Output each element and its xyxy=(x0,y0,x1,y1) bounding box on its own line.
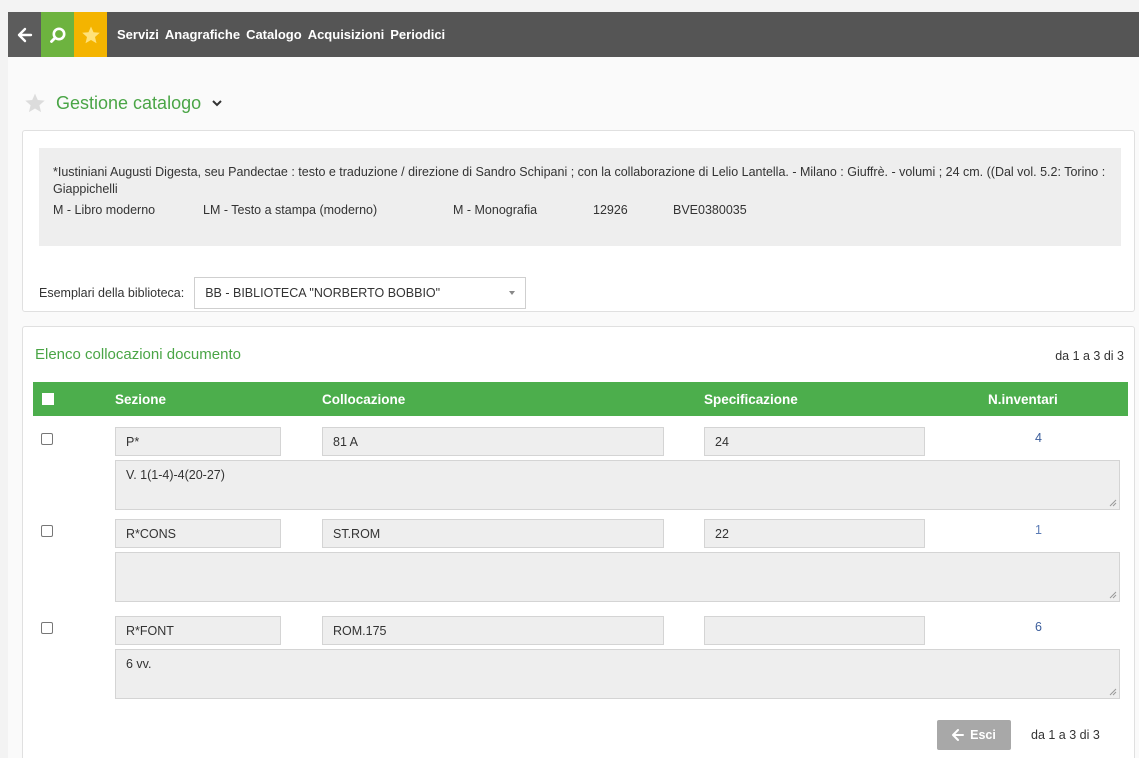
main-menu: Servizi Anagrafiche Catalogo Acquisizion… xyxy=(117,27,445,42)
header-collocazione: Collocazione xyxy=(322,392,406,407)
record-livello: M - Monografia xyxy=(453,203,538,217)
list-title: Elenco collocazioni documento xyxy=(35,346,241,363)
record-tipo: LM - Testo a stampa (moderno) xyxy=(203,203,378,217)
record-description-box: *Iustiniani Augusti Digesta, seu Pandect… xyxy=(39,148,1121,246)
header-specificazione: Specificazione xyxy=(704,392,798,407)
collocazione-field[interactable]: ROM.175 xyxy=(322,616,664,645)
caret-down-icon xyxy=(509,291,516,295)
back-button[interactable] xyxy=(8,12,41,57)
table-header: Sezione Collocazione Specificazione N.in… xyxy=(33,382,1128,416)
collocazione-field[interactable]: 81 A xyxy=(322,427,664,456)
pagination-info-bottom: da 1 a 3 di 3 xyxy=(1031,728,1100,742)
note-textarea[interactable]: V. 1(1-4)-4(20-27) xyxy=(115,460,1120,510)
sezione-field[interactable]: R*CONS xyxy=(115,519,281,548)
top-navbar: Servizi Anagrafiche Catalogo Acquisizion… xyxy=(8,12,1139,57)
esci-label: Esci xyxy=(970,728,996,742)
favorite-star-icon[interactable] xyxy=(24,92,46,114)
record-panel: *Iustiniani Augusti Digesta, seu Pandect… xyxy=(22,130,1135,312)
note-text: 6 vv. xyxy=(126,657,152,671)
row-checkbox[interactable] xyxy=(41,622,53,634)
menu-periodici[interactable]: Periodici xyxy=(390,27,445,42)
specificazione-field[interactable] xyxy=(704,616,925,645)
resize-handle-icon[interactable] xyxy=(1109,688,1117,696)
record-natura: M - Libro moderno xyxy=(53,203,156,217)
ninventari-link[interactable]: 4 xyxy=(1035,431,1042,445)
select-all-checkbox[interactable] xyxy=(42,393,54,405)
resize-handle-icon[interactable] xyxy=(1109,591,1117,599)
page-title: Gestione catalogo xyxy=(56,92,202,113)
arrow-left-icon xyxy=(952,729,965,741)
esemplari-row: Esemplari della biblioteca: BB - BIBLIOT… xyxy=(39,277,527,309)
page-header: Gestione catalogo xyxy=(24,92,223,114)
record-bid: BVE0380035 xyxy=(673,203,747,217)
favorites-button[interactable] xyxy=(74,12,107,57)
esemplari-label: Esemplari della biblioteca: xyxy=(39,286,185,300)
chevron-down-icon[interactable] xyxy=(211,97,223,109)
search-button[interactable] xyxy=(41,12,74,57)
note-textarea[interactable] xyxy=(115,552,1120,602)
row-checkbox[interactable] xyxy=(41,525,53,537)
menu-anagrafiche[interactable]: Anagrafiche xyxy=(165,27,240,42)
search-icon xyxy=(49,27,65,43)
collocazioni-panel: Elenco collocazioni documento da 1 a 3 d… xyxy=(22,326,1135,758)
esci-button[interactable]: Esci xyxy=(937,720,1011,750)
menu-acquisizioni[interactable]: Acquisizioni xyxy=(308,27,385,42)
specificazione-field[interactable]: 22 xyxy=(704,519,925,548)
star-icon xyxy=(81,26,100,43)
record-id: 12926 xyxy=(593,203,628,217)
ninventari-link[interactable]: 1 xyxy=(1035,523,1042,537)
sezione-field[interactable]: R*FONT xyxy=(115,616,281,645)
header-sezione: Sezione xyxy=(115,392,167,407)
pagination-info-top: da 1 a 3 di 3 xyxy=(1055,349,1124,363)
header-ninventari: N.inventari xyxy=(988,392,1058,407)
row-checkbox[interactable] xyxy=(41,433,53,445)
library-select[interactable]: BB - BIBLIOTECA "NORBERTO BOBBIO" xyxy=(194,277,527,309)
list-footer: Esci da 1 a 3 di 3 xyxy=(937,720,1100,750)
ninventari-link[interactable]: 6 xyxy=(1035,620,1042,634)
menu-catalogo[interactable]: Catalogo xyxy=(246,27,302,42)
menu-servizi[interactable]: Servizi xyxy=(117,27,159,42)
record-meta: M - Libro moderno LM - Testo a stampa (m… xyxy=(53,202,1107,219)
page: Servizi Anagrafiche Catalogo Acquisizion… xyxy=(8,12,1139,758)
collocazione-field[interactable]: ST.ROM xyxy=(322,519,664,548)
resize-handle-icon[interactable] xyxy=(1109,499,1117,507)
sezione-field[interactable]: P* xyxy=(115,427,281,456)
note-text: V. 1(1-4)-4(20-27) xyxy=(126,468,225,482)
record-description: *Iustiniani Augusti Digesta, seu Pandect… xyxy=(53,165,1106,196)
note-textarea[interactable]: 6 vv. xyxy=(115,649,1120,699)
arrow-left-icon xyxy=(17,27,32,42)
specificazione-field[interactable]: 24 xyxy=(704,427,925,456)
library-select-value: BB - BIBLIOTECA "NORBERTO BOBBIO" xyxy=(205,286,441,300)
